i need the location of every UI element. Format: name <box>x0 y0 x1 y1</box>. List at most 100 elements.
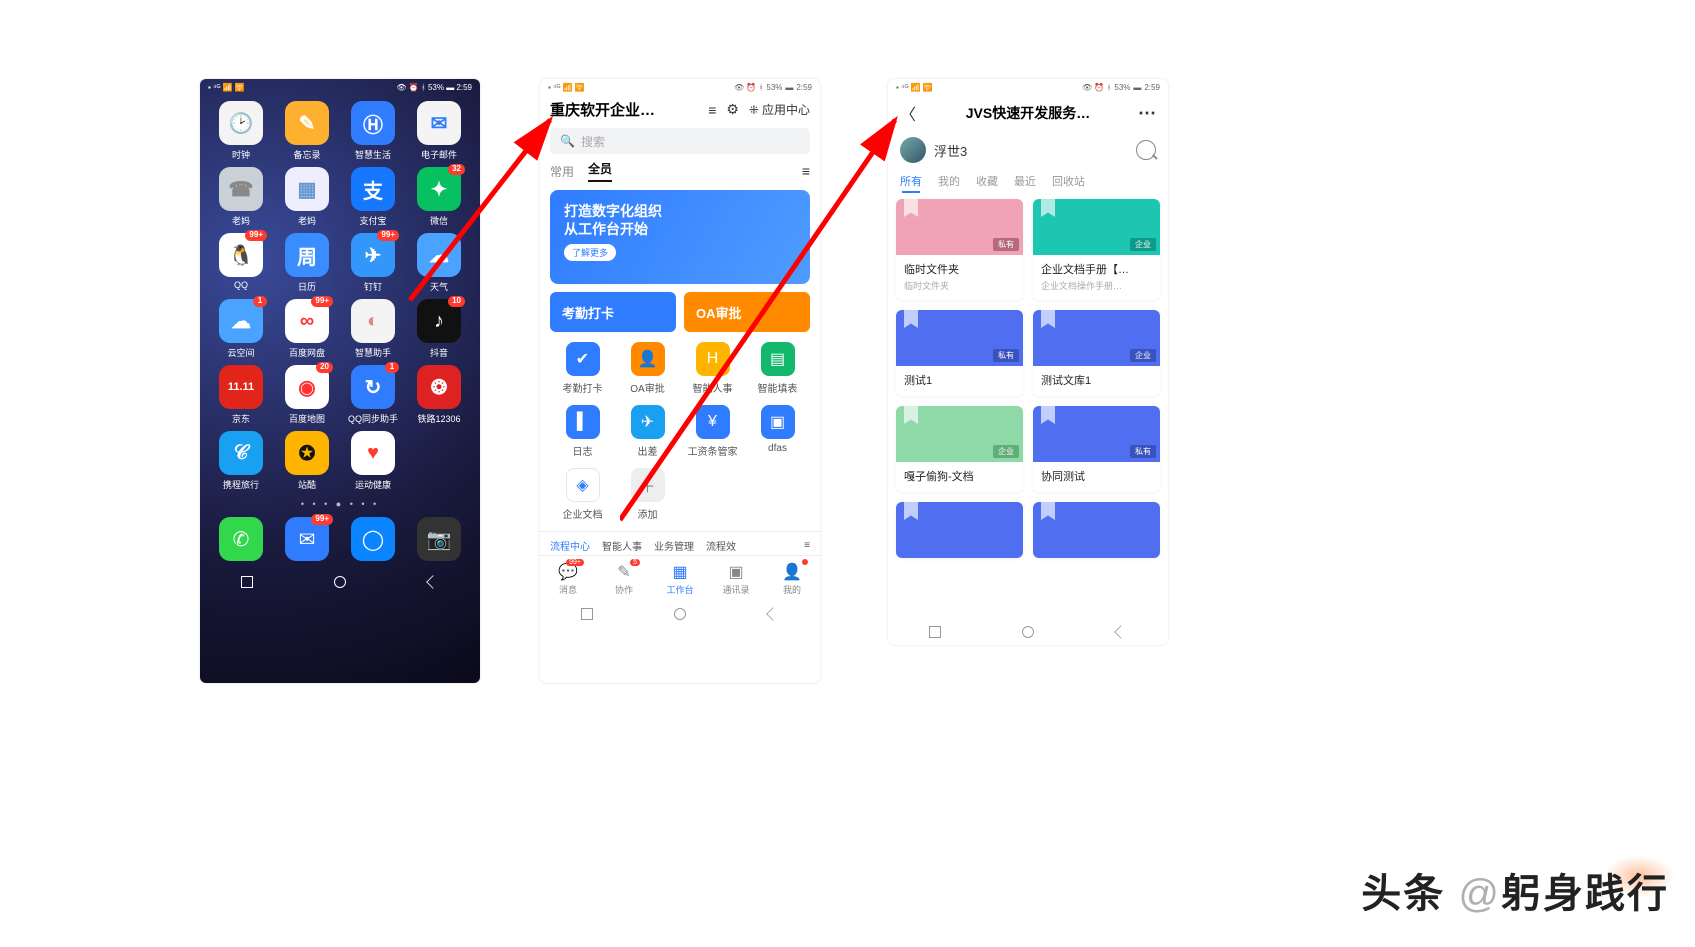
menu-icon[interactable]: ≡ <box>708 102 716 118</box>
app-工资条管家[interactable]: ¥工资条管家 <box>680 405 745 458</box>
phone-dingtalk-workbench: ▪ ⁴ᴳ 📶 🛜 👁 ⏰ ᚼ 53% ▬ 2:59 重庆软开企业… ≡ ⚙ ⁜ … <box>540 79 820 683</box>
tile-考勤打卡[interactable]: 考勤打卡 <box>550 292 676 332</box>
cat-biz[interactable]: 业务管理 <box>654 538 694 553</box>
nav-消息[interactable]: 💬消息99+ <box>540 556 596 601</box>
app-日历[interactable]: 周日历 <box>274 233 340 293</box>
app-京东[interactable]: 11.11京东 <box>208 365 274 425</box>
nav-back-icon[interactable] <box>427 576 439 588</box>
phone-jvs-docs: ▪ ⁴ᴳ 📶 🛜 👁 ⏰ ᚼ 53% ▬ 2:59 〈 JVS快速开发服务… ⋯… <box>888 79 1168 645</box>
filter-收藏[interactable]: 收藏 <box>976 173 998 189</box>
app-站酷[interactable]: ✪站酷 <box>274 431 340 491</box>
nav-home-icon[interactable] <box>674 608 686 620</box>
tab-common[interactable]: 常用 <box>550 163 574 180</box>
nav-back-icon[interactable] <box>1115 626 1127 638</box>
app-时钟[interactable]: 🕑时钟 <box>208 101 274 161</box>
android-nav-bar <box>888 619 1168 645</box>
status-left: ▪ ⁴ᴳ 📶 🛜 <box>548 83 585 92</box>
nav-back-icon[interactable] <box>767 608 779 620</box>
cat-flow[interactable]: 流程效 <box>706 538 736 553</box>
app-智能填表[interactable]: ▤智能填表 <box>745 342 810 395</box>
app-出差[interactable]: ✈出差 <box>615 405 680 458</box>
nav-recent-icon[interactable] <box>581 608 593 620</box>
search-input[interactable]: 🔍 搜索 <box>550 128 810 154</box>
app-抖音[interactable]: ♪10抖音 <box>406 299 472 359</box>
dock-app[interactable]: ✆ <box>208 517 274 564</box>
tab-all[interactable]: 全员 <box>588 160 612 182</box>
app-携程旅行[interactable]: 𝒞携程旅行 <box>208 431 274 491</box>
back-chevron-icon[interactable]: 〈 <box>900 101 918 125</box>
app-老妈[interactable]: ▦老妈 <box>274 167 340 227</box>
app-日志[interactable]: ▌日志 <box>550 405 615 458</box>
nav-工作台[interactable]: ▦工作台 <box>652 556 708 601</box>
app-铁路12306[interactable]: ❂铁路12306 <box>406 365 472 425</box>
bottom-nav: 💬消息99+✎协作5▦工作台▣通讯录👤我的 <box>540 555 820 601</box>
doc-card[interactable]: 企业嘎子偷狗-文档 <box>896 406 1023 492</box>
app-天气[interactable]: ☁天气 <box>406 233 472 293</box>
status-right: 👁 ⏰ ᚼ 53% ▬ 2:59 <box>1082 83 1160 92</box>
cat-process[interactable]: 流程中心 <box>550 538 590 553</box>
doc-card[interactable] <box>1033 502 1160 558</box>
app-添加[interactable]: ＋添加 <box>615 468 680 521</box>
nav-recent-icon[interactable] <box>929 626 941 638</box>
header: 〈 JVS快速开发服务… ⋯ <box>888 95 1168 131</box>
learn-more-button[interactable]: 了解更多 <box>564 244 616 261</box>
header: 重庆软开企业… ≡ ⚙ ⁜ 应用中心 <box>540 95 820 124</box>
settings-gear-icon[interactable]: ⚙ <box>726 101 739 118</box>
dock-app[interactable]: 📷 <box>406 517 472 564</box>
username: 浮世3 <box>934 141 1128 160</box>
status-left: ▪ ⁴ᴳ 📶 🛜 <box>896 83 933 92</box>
more-icon[interactable]: ⋯ <box>1138 103 1156 124</box>
dock-app[interactable]: ✉99+ <box>274 517 340 564</box>
nav-recent-icon[interactable] <box>241 576 253 588</box>
app-考勤打卡[interactable]: ✔考勤打卡 <box>550 342 615 395</box>
org-title[interactable]: 重庆软开企业… <box>550 99 698 120</box>
avatar[interactable] <box>900 137 926 163</box>
cat-hr[interactable]: 智能人事 <box>602 538 642 553</box>
app-钉钉[interactable]: ✈99+钉钉 <box>340 233 406 293</box>
dock-app[interactable]: ◯ <box>340 517 406 564</box>
nav-home-icon[interactable] <box>1022 626 1034 638</box>
doc-card[interactable]: 企业测试文库1 <box>1033 310 1160 396</box>
hamburger-icon[interactable]: ≡ <box>804 540 810 551</box>
app-OA审批[interactable]: 👤OA审批 <box>615 342 680 395</box>
user-row: 浮世3 <box>888 131 1168 169</box>
app-备忘录[interactable]: ✎备忘录 <box>274 101 340 161</box>
android-nav-bar <box>540 601 820 627</box>
app-QQ[interactable]: 🐧99+QQ <box>208 233 274 293</box>
doc-card[interactable]: 私有测试1 <box>896 310 1023 396</box>
app-智慧助手[interactable]: ◐智慧助手 <box>340 299 406 359</box>
app-百度地图[interactable]: ◉20百度地图 <box>274 365 340 425</box>
app-center-button[interactable]: ⁜ 应用中心 <box>749 101 810 118</box>
filter-所有[interactable]: 所有 <box>900 173 922 189</box>
app-老妈[interactable]: ☎老妈 <box>208 167 274 227</box>
nav-协作[interactable]: ✎协作5 <box>596 556 652 601</box>
app-智慧生活[interactable]: Ⓗ智慧生活 <box>340 101 406 161</box>
doc-card[interactable]: 私有协同测试 <box>1033 406 1160 492</box>
nav-我的[interactable]: 👤我的 <box>764 556 820 601</box>
app-运动健康[interactable]: ♥运动健康 <box>340 431 406 491</box>
app-支付宝[interactable]: 支支付宝 <box>340 167 406 227</box>
doc-card[interactable] <box>896 502 1023 558</box>
app-电子邮件[interactable]: ✉电子邮件 <box>406 101 472 161</box>
doc-card[interactable]: 私有临时文件夹临时文件夹 <box>896 199 1023 300</box>
tile-OA审批[interactable]: OA审批 <box>684 292 810 332</box>
app-企业文档[interactable]: ◈企业文档 <box>550 468 615 521</box>
app-云空间[interactable]: ☁1云空间 <box>208 299 274 359</box>
nav-通讯录[interactable]: ▣通讯录 <box>708 556 764 601</box>
doc-card[interactable]: 企业企业文档手册【…企业文档操作手册… <box>1033 199 1160 300</box>
app-百度网盘[interactable]: ∞99+百度网盘 <box>274 299 340 359</box>
home-app-grid: 🕑时钟✎备忘录Ⓗ智慧生活✉电子邮件 ☎老妈▦老妈支支付宝✦32微信 🐧99+QQ周日… <box>200 95 480 491</box>
app-QQ同步助手[interactable]: ↻1QQ同步助手 <box>340 365 406 425</box>
filter-最近[interactable]: 最近 <box>1014 173 1036 189</box>
nav-home-icon[interactable] <box>334 576 346 588</box>
scope-tabs: 常用 全员 ≡ <box>540 158 820 182</box>
search-icon[interactable] <box>1136 140 1156 160</box>
hamburger-icon[interactable]: ≡ <box>802 163 810 179</box>
filter-我的[interactable]: 我的 <box>938 173 960 189</box>
app-智能人事[interactable]: H智能人事 <box>680 342 745 395</box>
app-dfas[interactable]: ▣dfas <box>745 405 810 458</box>
promo-banner[interactable]: 打造数字化组织从工作台开始 了解更多 <box>550 190 810 284</box>
filter-回收站[interactable]: 回收站 <box>1052 173 1085 189</box>
app-微信[interactable]: ✦32微信 <box>406 167 472 227</box>
filter-tabs: 所有我的收藏最近回收站 <box>888 169 1168 195</box>
